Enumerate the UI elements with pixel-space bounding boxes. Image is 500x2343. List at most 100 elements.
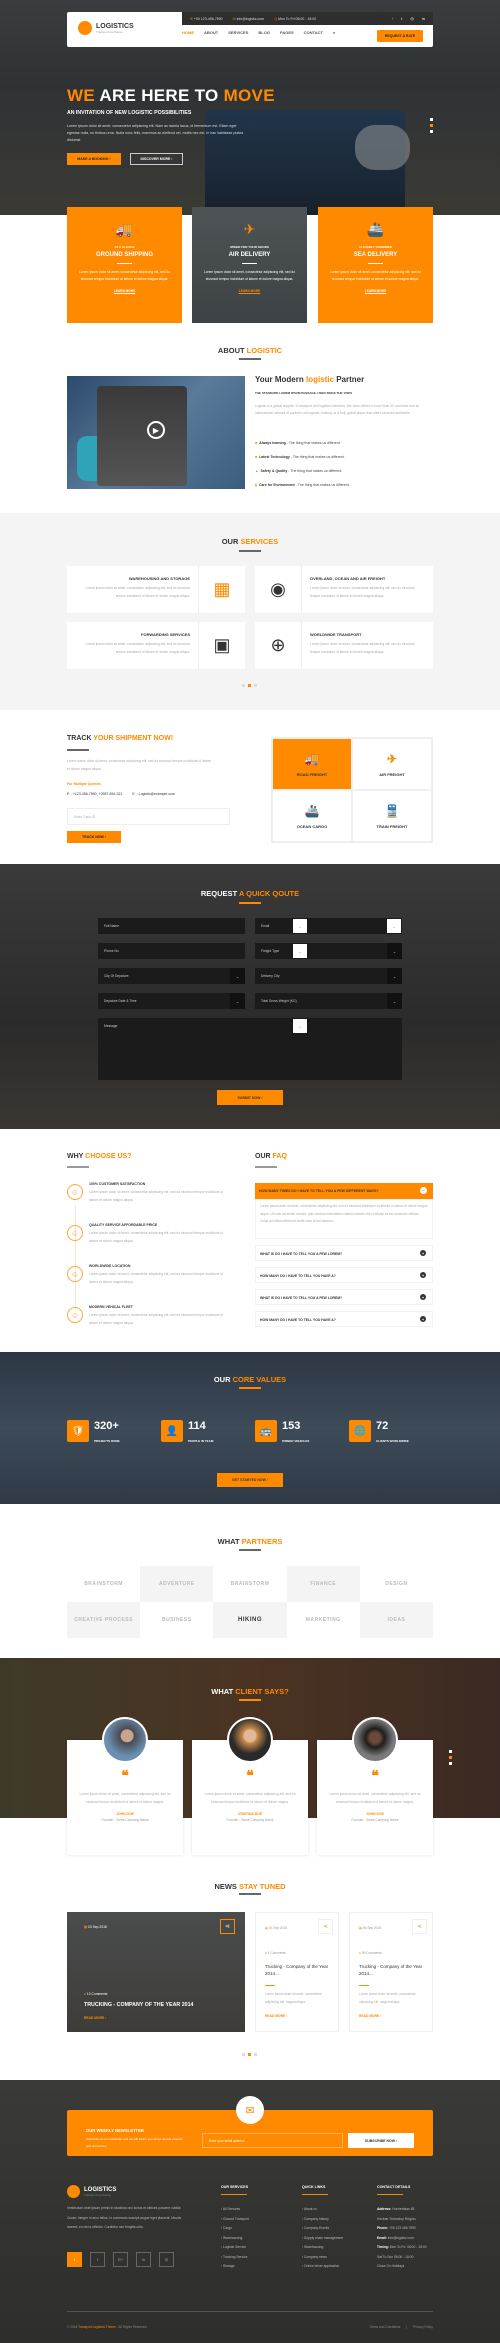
main-nav: HOME ABOUT SERVICES BLOG PAGES CONTACT ⌕ [182,30,335,35]
twitter-icon[interactable]: t [90,2252,105,2267]
track-now-button[interactable]: TRACK NOW › [67,831,121,843]
subscribe-button[interactable]: SUBSCRIBE NOW › [348,2133,414,2148]
footer-link[interactable]: › Ground Transport [221,2215,249,2225]
play-video-button[interactable]: ▶ [147,421,165,439]
twitter-icon[interactable]: t [401,16,402,21]
nav-services[interactable]: SERVICES [228,30,248,35]
nav-contact[interactable]: CONTACT [304,30,323,35]
footer-social: f t G+ in ◎ [67,2252,174,2267]
freight-type-select[interactable]: Freight Type ⌄ ⌄ [255,943,402,959]
learn-more-link[interactable]: LEARN MORE [67,289,182,293]
footer-link[interactable]: › Storage [221,2262,249,2272]
freight-ocean[interactable]: 🚢 OCEAN CARGO [272,790,352,842]
phone-input[interactable]: Phone No [98,943,245,959]
faq-item[interactable]: HOW MANY DO I HAVE TO TELL YOU HAVE A? + [255,1267,433,1283]
partner-logo[interactable]: BRAINSTORM [67,1566,140,1602]
faq-item[interactable]: HOW MANY DO I HAVE TO TELL YOU HAVE A? + [255,1311,433,1327]
newsletter-email-input[interactable]: Enter your email address [202,2133,343,2148]
submit-now-button[interactable]: SUBMIT NOW › [217,1090,283,1105]
slider-dot[interactable] [430,130,433,133]
footer-link[interactable]: › Company news [302,2253,343,2263]
partner-logo[interactable]: CREATIVE PROCESS [67,1602,141,1638]
partner-logo[interactable]: HIKING [213,1602,287,1638]
footer-link[interactable]: › Warehousing [221,2234,249,2244]
nav-home[interactable]: HOME [182,30,194,35]
freight-train[interactable]: 🚆 TRAIN FREIGHT [352,790,432,842]
calendar-icon: ▦ [84,1925,88,1929]
service-item[interactable]: FORWARDING SERVICES Lorem ipsum dolor sit… [67,622,245,669]
nav-blog[interactable]: BLOG [258,30,270,35]
slider-dot[interactable] [430,118,433,121]
get-started-button[interactable]: GET STARTED NOW › [217,1473,283,1487]
learn-more-link[interactable]: LEARN MORE [192,289,307,293]
partner-logo[interactable]: BUSINESS [140,1602,213,1638]
learn-more-link[interactable]: LEARN MORE [318,289,433,293]
request-rate-button[interactable]: REQUEST A RATE [377,30,423,42]
footer-link[interactable]: › Company history [302,2215,343,2225]
linkedin-icon[interactable]: in [422,16,425,21]
facebook-icon[interactable]: f [392,16,393,21]
privacy-link[interactable]: Privacy Policy [413,2325,433,2329]
faq-item[interactable]: WHAT IS DO I HAVE TO TELL YOU A FEW LORE… [255,1289,433,1305]
footer-link[interactable]: › Online driver application [302,2262,343,2272]
service-item[interactable]: WAREHOUSING AND STORAGE Lorem ipsum dolor… [67,566,245,613]
discover-more-button[interactable]: DISCOVER MORE › [130,153,183,165]
freight-grid: 🚚 ROAD FREIGHT ✈ AIR FREIGHT 🚢 OCEAN CARGO … [271,737,433,843]
nav-pages[interactable]: PAGES [280,30,294,35]
news-card[interactable]: ▦ 03 Sep 2018 ⋖ ● 1 Comments Trucking - … [255,1912,339,2032]
share-icon[interactable]: ⋖ [318,1919,333,1934]
faq-item[interactable]: WHAT IS DO I HAVE TO TELL YOU A FEW LORE… [255,1245,433,1261]
departure-date-select[interactable]: Depature Date & Time ⌄ [98,993,245,1009]
truck-icon: 🚚 [304,751,320,766]
email-input[interactable]: Email ⌄ ⌄ [255,918,402,934]
instagram-icon[interactable]: ◎ [159,2252,174,2267]
hero-text: Lorem ipsum dolor sit amet, consectetur … [67,124,244,142]
share-icon[interactable]: ⋖ [220,1919,235,1934]
footer-link[interactable]: › Supply chain management [302,2234,343,2244]
track-id-input[interactable]: Enter Track ID [67,808,230,825]
partner-logo[interactable]: FINANCE [286,1566,360,1602]
nav-about[interactable]: ABOUT [204,30,218,35]
city-departure-select[interactable]: City Of Depature ⌄ [98,968,245,984]
news-card[interactable]: ▦ 06 Sep 2018 ⋖ ● 09 Comments Trucking -… [349,1912,433,2032]
linkedin-icon[interactable]: in [136,2252,151,2267]
logo[interactable]: LOGISTICS Transport wp theme [78,21,134,35]
search-icon[interactable]: ⌕ [333,30,335,35]
partner-logo[interactable]: DESIGN [360,1566,433,1602]
delivery-city-select[interactable]: Delivery City ⌄ [255,968,402,984]
theme-link[interactable]: Transport Logistics Theme [78,2325,116,2329]
footer-link[interactable]: › Company Events [302,2224,343,2234]
footer-link[interactable]: › Cargo [221,2224,249,2234]
google-plus-icon[interactable]: G+ [113,2252,128,2267]
footer-link[interactable]: › Logistic Service [221,2243,249,2253]
make-booking-button[interactable]: MAKE A BOOKING › [67,153,121,165]
read-more-link[interactable]: READ MORE › [359,2014,381,2018]
instagram-icon[interactable]: ◎ [410,16,414,21]
partner-logo[interactable]: IDEAS [359,1602,433,1638]
service-item[interactable]: ◉ OVERLAND, OCEAN AND AIR FREIGHT Lorem i… [255,566,433,613]
freight-air[interactable]: ✈ AIR FREIGHT [352,738,432,790]
read-more-link[interactable]: READ MORE › [265,2014,287,2018]
share-icon[interactable]: ⋖ [412,1919,427,1934]
footer-link[interactable]: › Trucking Service [221,2253,249,2263]
partner-logo[interactable]: ADVENTURE [140,1566,214,1602]
featured-news-card[interactable]: ▦ 03 Sep 2018 ⋖ ● 13 Comments TRUCKING -… [67,1912,245,2032]
partner-logo[interactable]: BRAINSTORM [213,1566,286,1602]
footer-link[interactable]: › Warehousing [302,2243,343,2253]
full-name-input[interactable]: Full Name [98,918,245,934]
message-textarea[interactable]: Message ⌄ [98,1018,402,1080]
partner-logo[interactable]: MARKETING [287,1602,360,1638]
terms-link[interactable]: Terms and Conditions [370,2325,401,2329]
footer-logo[interactable]: LOGISTICS Transport wp theme [67,2185,116,2198]
facebook-icon[interactable]: f [67,2252,82,2267]
technology-icon: ■ [255,455,258,459]
weight-select[interactable]: Total Gross Weight (KG) ⌄ [255,993,402,1009]
footer-link[interactable]: › All Services [221,2205,249,2215]
footer-link[interactable]: › About us [302,2205,343,2215]
read-more-link[interactable]: READ MORE › [84,2016,106,2020]
email-info: ✉ info@logistic.com [232,16,265,21]
faq-item-open[interactable]: HOW MANY TIMES DO I HAVE TO TELL YOU A F… [255,1183,433,1199]
service-item[interactable]: ⊕ WORLDWIDE TRANSPORT Lorem ipsum dolor s… [255,622,433,669]
freight-road[interactable]: 🚚 ROAD FREIGHT [272,738,352,790]
slider-dot-active[interactable] [430,124,433,127]
